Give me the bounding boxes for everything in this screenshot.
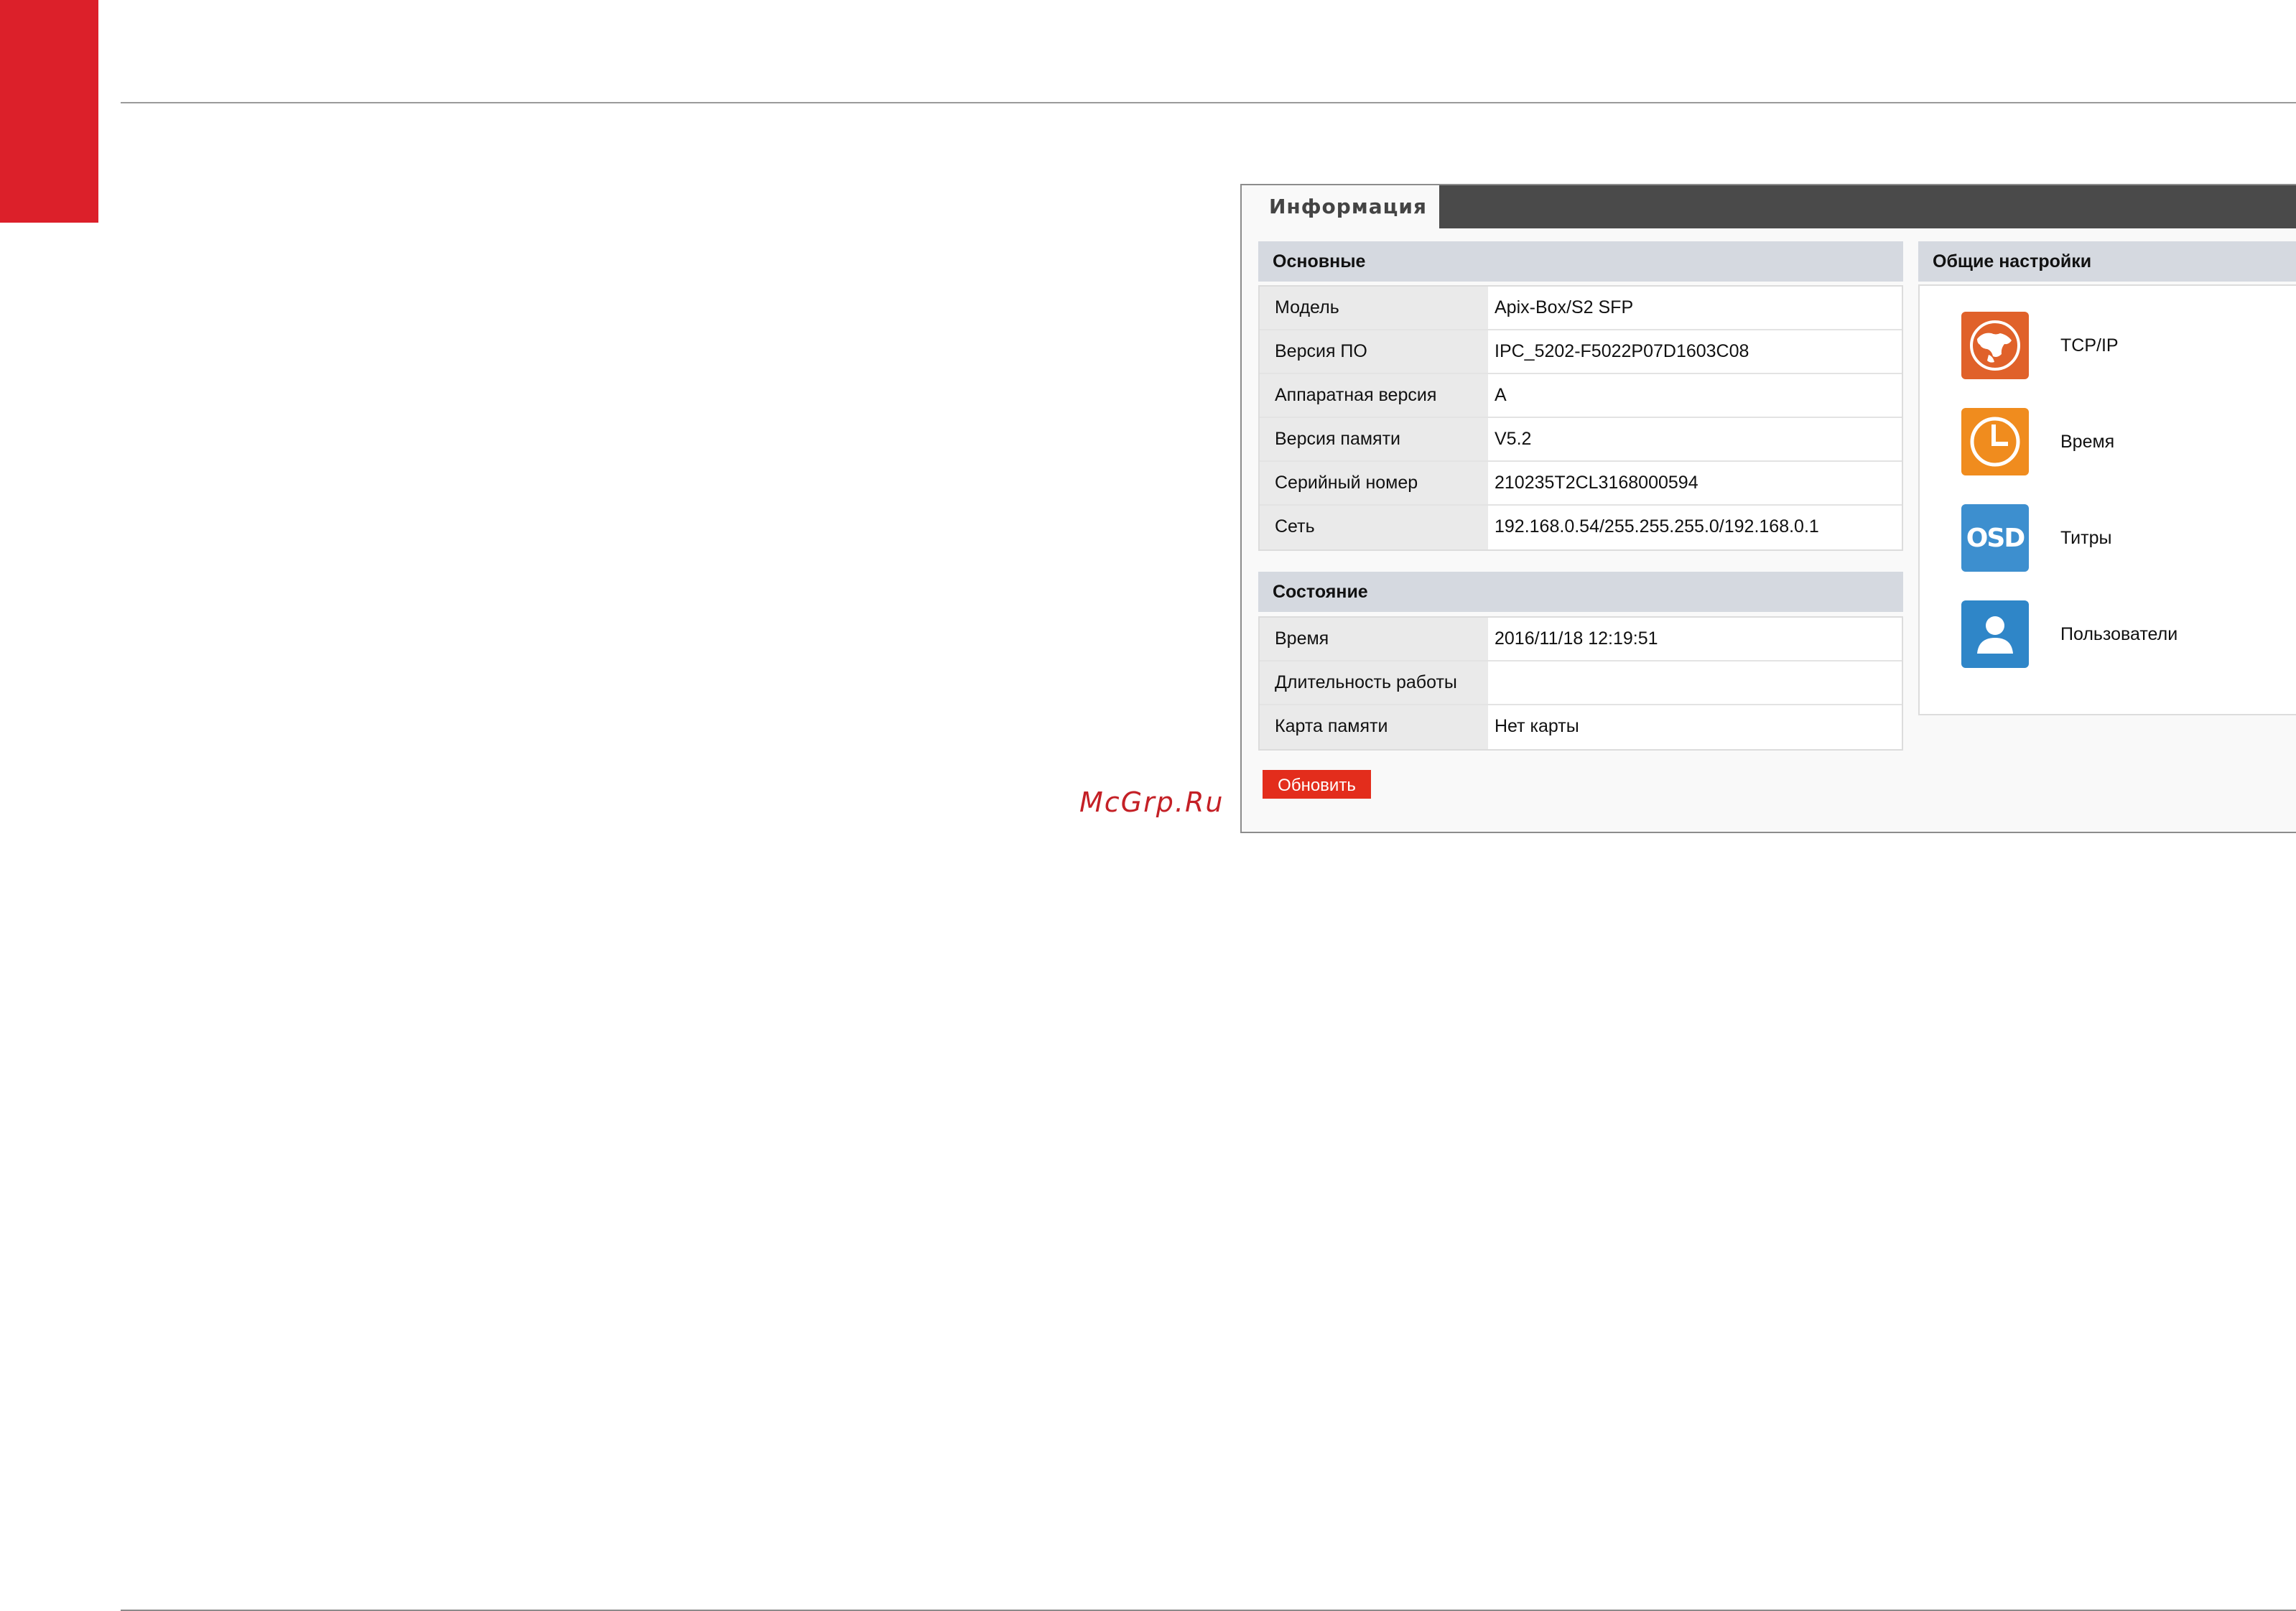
setting-label: TCP/IP [2060,335,2119,356]
header-divider [121,102,2296,103]
section-header-general-settings: Общие настройки [1918,241,2296,282]
row-value: 2016/11/18 12:19:51 [1495,628,1658,649]
table-row: Время 2016/11/18 12:19:51 [1260,618,1902,661]
setting-label: Время [2060,431,2115,452]
section-header-status: Состояние [1258,572,1903,612]
setting-label: Пользователи [2060,623,2178,644]
table-row: Сеть 192.168.0.54/255.255.255.0/192.168.… [1260,506,1902,549]
row-label: Модель [1260,287,1488,329]
setting-label: Титры [2060,527,2112,548]
row-value: Apix-Box/S2 SFP [1495,297,1634,317]
tab-bar: Информация [1242,185,2296,228]
row-value: 192.168.0.54/255.255.255.0/192.168.0.1 [1495,516,1819,537]
status-info-table: Время 2016/11/18 12:19:51 Длительность р… [1258,616,1903,751]
table-row: Длительность работы [1260,661,1902,705]
setting-users[interactable]: Пользователи [1961,600,2178,668]
setting-tcpip[interactable]: TCP/IP [1961,312,2119,379]
table-row: Карта памяти Нет карты [1260,705,1902,749]
row-label: Длительность работы [1260,661,1488,704]
refresh-button[interactable]: Обновить [1263,770,1371,799]
globe-icon[interactable] [1961,312,2029,379]
row-value [1488,661,1902,704]
user-icon[interactable] [1961,600,2029,668]
row-value: V5.2 [1495,429,1532,449]
general-settings-box: TCP/IP Время OSD Титры Пользователи [1918,284,2296,715]
basic-info-table: Модель Apix-Box/S2 SFP Версия ПО IPC_520… [1258,285,1903,551]
osd-icon-text: OSD [1966,523,2025,553]
table-row: Модель Apix-Box/S2 SFP [1260,287,1902,330]
row-value: A [1495,385,1507,405]
row-label: Версия ПО [1260,330,1488,373]
table-row: Версия ПО IPC_5202-F5022P07D1603C08 [1260,330,1902,374]
section-header-basic: Основные [1258,241,1903,282]
tab-information[interactable]: Информация [1242,185,1439,228]
osd-icon[interactable]: OSD [1961,504,2029,572]
row-label: Карта памяти [1260,705,1488,749]
row-value: IPC_5202-F5022P07D1603C08 [1495,341,1749,361]
watermark-text: McGrp.Ru [1079,786,1224,818]
row-label: Время [1260,618,1488,660]
row-label: Серийный номер [1260,462,1488,504]
row-label: Версия памяти [1260,418,1488,460]
row-value: Нет карты [1495,716,1579,736]
setting-time[interactable]: Время [1961,408,2114,475]
table-row: Аппаратная версия A [1260,374,1902,418]
device-info-panel: Информация Основные Модель Apix-Box/S2 S… [1240,184,2296,833]
setting-osd[interactable]: OSD Титры [1961,504,2111,572]
table-row: Серийный номер 210235T2CL3168000594 [1260,462,1902,506]
brand-red-bar [0,0,98,223]
row-label: Сеть [1260,506,1488,549]
row-value: 210235T2CL3168000594 [1495,473,1698,493]
table-row: Версия памяти V5.2 [1260,418,1902,462]
row-label: Аппаратная версия [1260,374,1488,417]
clock-icon[interactable] [1961,408,2029,475]
